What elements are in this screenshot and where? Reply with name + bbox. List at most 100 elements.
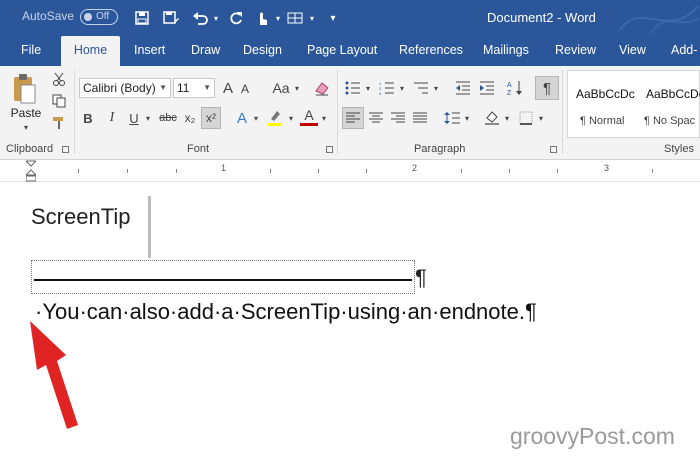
chevron-down-icon[interactable]: ▾: [502, 108, 512, 128]
style-no-spacing[interactable]: AaBbCcDc ¶ No Spac: [638, 71, 700, 137]
align-left-icon[interactable]: [342, 107, 364, 129]
style-preview: AaBbCcDc: [646, 87, 700, 101]
endnote-text[interactable]: ·You·can·also·add·a·ScreenTip·using·an·e…: [35, 299, 537, 325]
ruler-tick: [78, 169, 79, 173]
subscript-button[interactable]: x₂: [181, 108, 199, 128]
tab-references[interactable]: References: [399, 36, 463, 66]
superscript-button[interactable]: x²: [201, 107, 221, 129]
sort-icon[interactable]: AZ: [505, 78, 525, 98]
chevron-down-icon[interactable]: ▾: [286, 108, 296, 128]
chevron-down-icon[interactable]: ▾: [319, 108, 329, 128]
style-preview: AaBbCcDc: [576, 87, 635, 101]
font-name-value: Calibri (Body): [83, 81, 156, 95]
font-size-combo[interactable]: 11 ▼: [173, 78, 215, 98]
chevron-down-icon[interactable]: ▾: [143, 108, 153, 128]
svg-text:A: A: [507, 82, 512, 89]
paste-dropdown-icon[interactable]: ▾: [18, 122, 34, 132]
screentip-border: [148, 196, 151, 258]
bold-button[interactable]: B: [80, 108, 96, 128]
paragraph-mark: ¶: [415, 265, 427, 290]
style-name: ¶ Normal: [580, 115, 625, 127]
autosave-label: AutoSave: [22, 9, 75, 23]
shrink-font-icon[interactable]: A: [238, 80, 252, 98]
ruler-tick: [652, 169, 653, 173]
clipboard-launcher-icon[interactable]: [62, 146, 69, 153]
tab-add-ins[interactable]: Add-: [671, 36, 697, 66]
font-launcher-icon[interactable]: [326, 146, 333, 153]
chevron-down-icon[interactable]: ▾: [397, 78, 407, 98]
text-effects-icon[interactable]: A: [234, 108, 250, 128]
table-icon[interactable]: [284, 8, 306, 28]
highlight-icon[interactable]: [265, 108, 285, 128]
ruler-tick: [461, 169, 462, 173]
format-painter-icon[interactable]: [50, 114, 68, 132]
autosave-state: Off: [96, 11, 110, 22]
tab-insert[interactable]: Insert: [134, 36, 165, 66]
chevron-down-icon[interactable]: ▾: [251, 108, 261, 128]
multilevel-list-icon[interactable]: [411, 78, 431, 98]
style-normal[interactable]: AaBbCcDc ¶ Normal: [568, 71, 636, 137]
toggle-knob: [84, 13, 92, 21]
change-case-icon[interactable]: Aa: [270, 78, 292, 98]
undo-dropdown-icon[interactable]: ▾: [210, 8, 222, 28]
divider: [74, 70, 75, 154]
paste-button[interactable]: Paste: [10, 106, 42, 120]
tab-home[interactable]: Home: [61, 36, 120, 66]
ribbon-tabs: File Home Insert Draw Design Page Layout…: [0, 36, 700, 66]
justify-icon[interactable]: [410, 108, 430, 128]
redo-icon[interactable]: [226, 8, 246, 28]
line-spacing-icon[interactable]: [442, 108, 462, 128]
tab-draw[interactable]: Draw: [191, 36, 220, 66]
save-icon[interactable]: [132, 8, 152, 28]
cut-icon[interactable]: [50, 70, 68, 88]
paste-icon[interactable]: [10, 72, 38, 106]
italic-button[interactable]: I: [104, 108, 120, 128]
tab-page-layout[interactable]: Page Layout: [307, 36, 377, 66]
save-as-icon[interactable]: [160, 8, 182, 28]
increase-indent-icon[interactable]: [477, 78, 497, 98]
font-color-icon[interactable]: A: [300, 106, 318, 126]
chevron-down-icon[interactable]: ▾: [462, 108, 472, 128]
shading-icon[interactable]: [482, 108, 502, 128]
touch-mode-icon[interactable]: [252, 8, 272, 28]
align-right-icon[interactable]: [388, 108, 408, 128]
ruler-tick: [127, 169, 128, 173]
copy-icon[interactable]: [50, 92, 68, 110]
autosave-toggle[interactable]: Off: [80, 9, 118, 25]
clear-formatting-icon[interactable]: [312, 78, 332, 98]
customize-icon[interactable]: ▾: [326, 8, 340, 28]
tab-review[interactable]: Review: [555, 36, 596, 66]
ruler-number: 1: [221, 163, 227, 173]
indent-marker-icon[interactable]: [26, 160, 36, 182]
show-formatting-marks-button[interactable]: ¶: [535, 76, 559, 100]
decrease-indent-icon[interactable]: [453, 78, 473, 98]
table-dropdown-icon[interactable]: ▾: [306, 8, 318, 28]
underline-button[interactable]: U: [126, 108, 142, 128]
tab-view[interactable]: View: [619, 36, 646, 66]
chevron-down-icon[interactable]: ▾: [431, 78, 441, 98]
touch-dropdown-icon[interactable]: ▾: [272, 8, 284, 28]
ribbon: Paste ▾ Clipboard Calibri (Body) ▼ 11 ▼ …: [0, 66, 700, 160]
document-page[interactable]: ScreenTip ¶ ·You·can·also·add·a·ScreenTi…: [0, 182, 700, 457]
tab-file[interactable]: File: [21, 36, 41, 66]
chevron-down-icon[interactable]: ▾: [292, 78, 302, 98]
chevron-down-icon[interactable]: ▾: [363, 78, 373, 98]
bullets-icon[interactable]: [343, 78, 363, 98]
paragraph-launcher-icon[interactable]: [550, 146, 557, 153]
endnote-separator-box[interactable]: [31, 260, 415, 294]
chevron-down-icon[interactable]: ▾: [536, 108, 546, 128]
borders-icon[interactable]: [516, 108, 536, 128]
undo-icon[interactable]: [190, 8, 210, 28]
horizontal-ruler[interactable]: 1 2 3: [0, 160, 700, 182]
red-arrow-icon: [30, 321, 78, 429]
screentip-text: ScreenTip: [31, 204, 131, 229]
ruler-tick: [270, 169, 271, 173]
grow-font-icon[interactable]: A: [220, 78, 236, 98]
numbering-icon[interactable]: 123: [377, 78, 397, 98]
tab-design[interactable]: Design: [243, 36, 282, 66]
strikethrough-button[interactable]: abc: [158, 108, 178, 128]
tab-mailings[interactable]: Mailings: [483, 36, 529, 66]
align-center-icon[interactable]: [366, 108, 386, 128]
paragraph-group-label: Paragraph: [414, 143, 466, 155]
font-name-combo[interactable]: Calibri (Body) ▼: [79, 78, 171, 98]
